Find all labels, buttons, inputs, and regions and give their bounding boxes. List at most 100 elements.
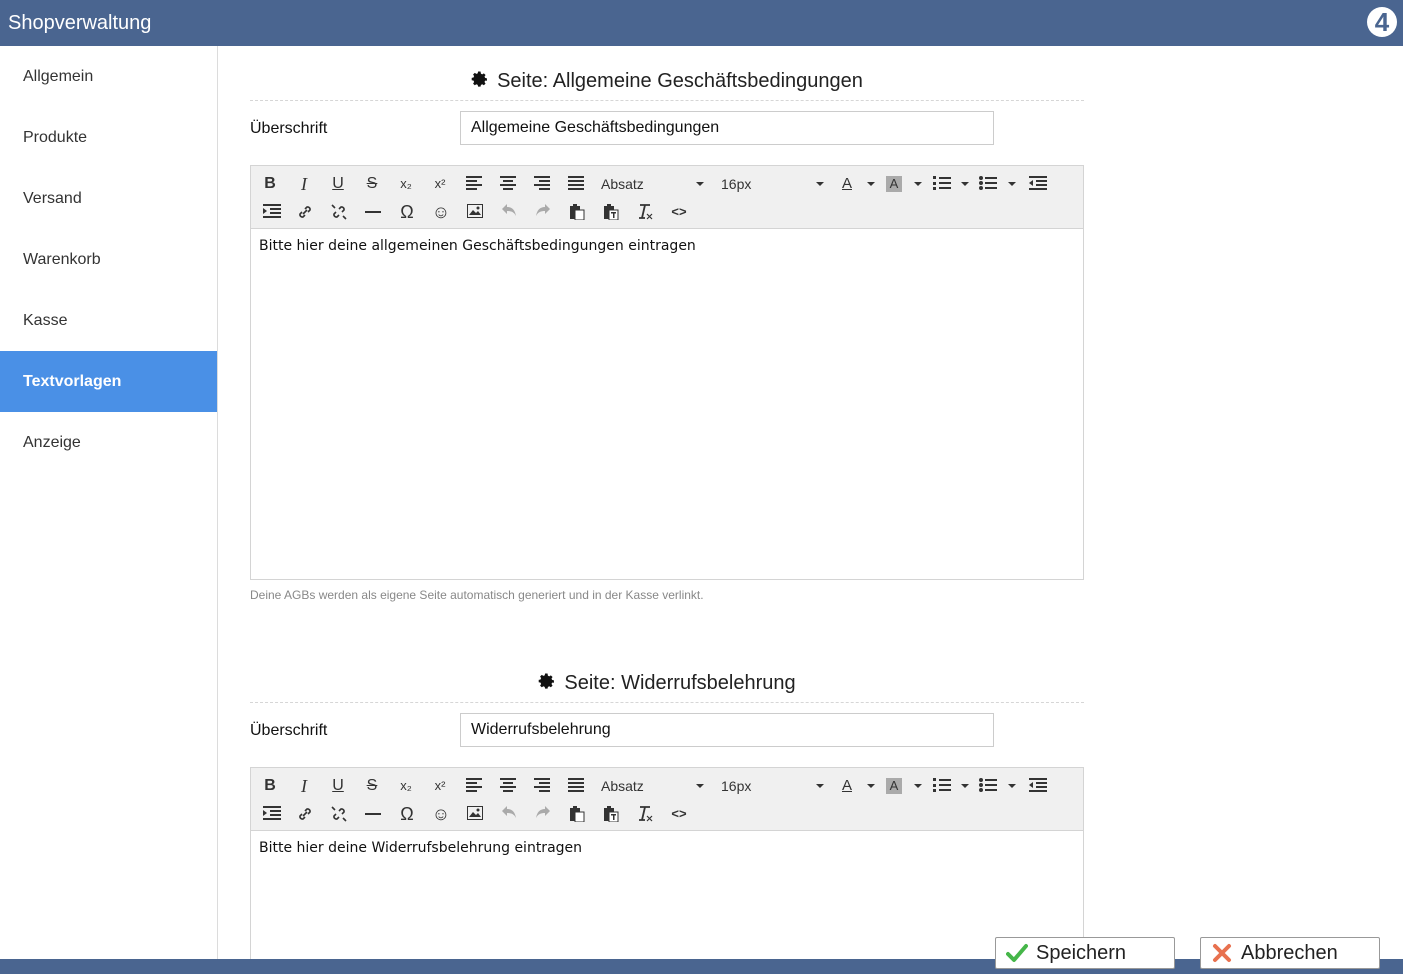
- align-right-icon[interactable]: [529, 774, 555, 798]
- align-right-icon[interactable]: [529, 172, 555, 196]
- strikethrough-icon[interactable]: S: [359, 774, 385, 798]
- paste-text-icon[interactable]: [598, 200, 624, 224]
- chevron-down-icon[interactable]: [961, 182, 969, 186]
- outdent-icon[interactable]: [1025, 172, 1051, 196]
- font-size-select[interactable]: 16px: [721, 172, 826, 196]
- bullet-list-icon[interactable]: [975, 172, 1001, 196]
- font-size-select-value: 16px: [721, 778, 752, 794]
- app-logo: 4: [1367, 7, 1397, 37]
- chevron-down-icon[interactable]: [867, 784, 875, 788]
- outdent-icon[interactable]: [1025, 774, 1051, 798]
- format-select-value: Absatz: [601, 176, 644, 192]
- sidebar-item-kasse[interactable]: Kasse: [0, 290, 217, 351]
- align-left-icon[interactable]: [461, 172, 487, 196]
- link-icon[interactable]: [292, 200, 318, 224]
- special-character-icon[interactable]: Ω: [394, 200, 420, 224]
- sidebar-item-warenkorb[interactable]: Warenkorb: [0, 229, 217, 290]
- sidebar-item-produkte[interactable]: Produkte: [0, 107, 217, 168]
- align-center-icon[interactable]: [495, 172, 521, 196]
- paste-icon[interactable]: [564, 200, 590, 224]
- horizontal-line-icon[interactable]: [360, 200, 386, 224]
- paste-text-icon[interactable]: [598, 802, 624, 826]
- text-color-icon[interactable]: A: [834, 774, 860, 798]
- rich-text-editor-agb: B I U S x₂ x² Absatz 16px A A Ω ☺ <> Bit…: [250, 165, 1084, 580]
- chevron-down-icon[interactable]: [914, 784, 922, 788]
- heading-input-widerruf[interactable]: [460, 713, 994, 747]
- image-icon[interactable]: [462, 802, 488, 826]
- special-character-icon[interactable]: Ω: [394, 802, 420, 826]
- source-code-icon[interactable]: <>: [666, 802, 692, 826]
- subscript-icon[interactable]: x₂: [393, 172, 419, 196]
- chevron-down-icon[interactable]: [961, 784, 969, 788]
- checkmark-icon: [1006, 944, 1028, 962]
- sidebar-item-allgemein[interactable]: Allgemein: [0, 46, 217, 107]
- unlink-icon[interactable]: [326, 802, 352, 826]
- gear-icon: [539, 673, 555, 689]
- sidebar: Allgemein Produkte Versand Warenkorb Kas…: [0, 46, 218, 959]
- superscript-icon[interactable]: x²: [427, 774, 453, 798]
- field-label-heading: Überschrift: [250, 120, 328, 137]
- field-label-heading: Überschrift: [250, 722, 328, 739]
- sidebar-item-anzeige[interactable]: Anzeige: [0, 412, 217, 473]
- align-center-icon[interactable]: [495, 774, 521, 798]
- gear-icon: [471, 71, 488, 87]
- numbered-list-icon[interactable]: [929, 774, 955, 798]
- clear-formatting-icon[interactable]: [632, 200, 658, 224]
- chevron-down-icon: [696, 784, 704, 788]
- bold-icon[interactable]: B: [257, 774, 283, 798]
- cancel-button-label: Abbrechen: [1241, 942, 1338, 964]
- superscript-icon[interactable]: x²: [427, 172, 453, 196]
- cancel-button[interactable]: Abbrechen: [1200, 937, 1380, 969]
- save-button-label: Speichern: [1036, 942, 1127, 964]
- bullet-list-icon[interactable]: [975, 774, 1001, 798]
- numbered-list-icon[interactable]: [929, 172, 955, 196]
- editor-content[interactable]: Bitte hier deine allgemeinen Geschäftsbe…: [251, 229, 1083, 263]
- emoticon-icon[interactable]: ☺: [428, 802, 454, 826]
- indent-icon[interactable]: [259, 200, 285, 224]
- editor-toolbar: B I U S x₂ x² Absatz 16px A A Ω ☺ <>: [251, 768, 1083, 831]
- undo-icon[interactable]: [496, 200, 522, 224]
- link-icon[interactable]: [292, 802, 318, 826]
- font-size-select[interactable]: 16px: [721, 774, 826, 798]
- bold-icon[interactable]: B: [257, 172, 283, 196]
- italic-icon[interactable]: I: [291, 172, 317, 196]
- clear-formatting-icon[interactable]: [632, 802, 658, 826]
- align-justify-icon[interactable]: [563, 774, 589, 798]
- image-icon[interactable]: [462, 200, 488, 224]
- sidebar-item-versand[interactable]: Versand: [0, 168, 217, 229]
- subscript-icon[interactable]: x₂: [393, 774, 419, 798]
- text-color-icon[interactable]: A: [834, 172, 860, 196]
- underline-icon[interactable]: U: [325, 172, 351, 196]
- editor-content[interactable]: Bitte hier deine Widerrufsbelehrung eint…: [251, 831, 1083, 865]
- emoticon-icon[interactable]: ☺: [428, 200, 454, 224]
- strikethrough-icon[interactable]: S: [359, 172, 385, 196]
- underline-icon[interactable]: U: [325, 774, 351, 798]
- editor-toolbar: B I U S x₂ x² Absatz 16px A A Ω ☺ <>: [251, 166, 1083, 229]
- background-color-icon[interactable]: A: [881, 172, 907, 196]
- sidebar-item-textvorlagen[interactable]: Textvorlagen: [0, 351, 217, 412]
- heading-input-agb[interactable]: [460, 111, 994, 145]
- chevron-down-icon[interactable]: [1008, 784, 1016, 788]
- paste-icon[interactable]: [564, 802, 590, 826]
- chevron-down-icon[interactable]: [914, 182, 922, 186]
- redo-icon[interactable]: [530, 802, 556, 826]
- section-title: Seite: Widerrufsbelehrung: [564, 672, 796, 694]
- section-heading-widerruf: Seite: Widerrufsbelehrung: [250, 648, 1084, 703]
- background-color-icon[interactable]: A: [881, 774, 907, 798]
- unlink-icon[interactable]: [326, 200, 352, 224]
- chevron-down-icon[interactable]: [867, 182, 875, 186]
- format-select[interactable]: Absatz: [601, 172, 706, 196]
- horizontal-line-icon[interactable]: [360, 802, 386, 826]
- save-button[interactable]: Speichern: [995, 937, 1175, 969]
- indent-icon[interactable]: [259, 802, 285, 826]
- font-size-select-value: 16px: [721, 176, 752, 192]
- chevron-down-icon[interactable]: [1008, 182, 1016, 186]
- align-left-icon[interactable]: [461, 774, 487, 798]
- format-select[interactable]: Absatz: [601, 774, 706, 798]
- undo-icon[interactable]: [496, 802, 522, 826]
- source-code-icon[interactable]: <>: [666, 200, 692, 224]
- align-justify-icon[interactable]: [563, 172, 589, 196]
- section-heading-agb: Seite: Allgemeine Geschäftsbedingungen: [250, 46, 1084, 101]
- italic-icon[interactable]: I: [291, 774, 317, 798]
- redo-icon[interactable]: [530, 200, 556, 224]
